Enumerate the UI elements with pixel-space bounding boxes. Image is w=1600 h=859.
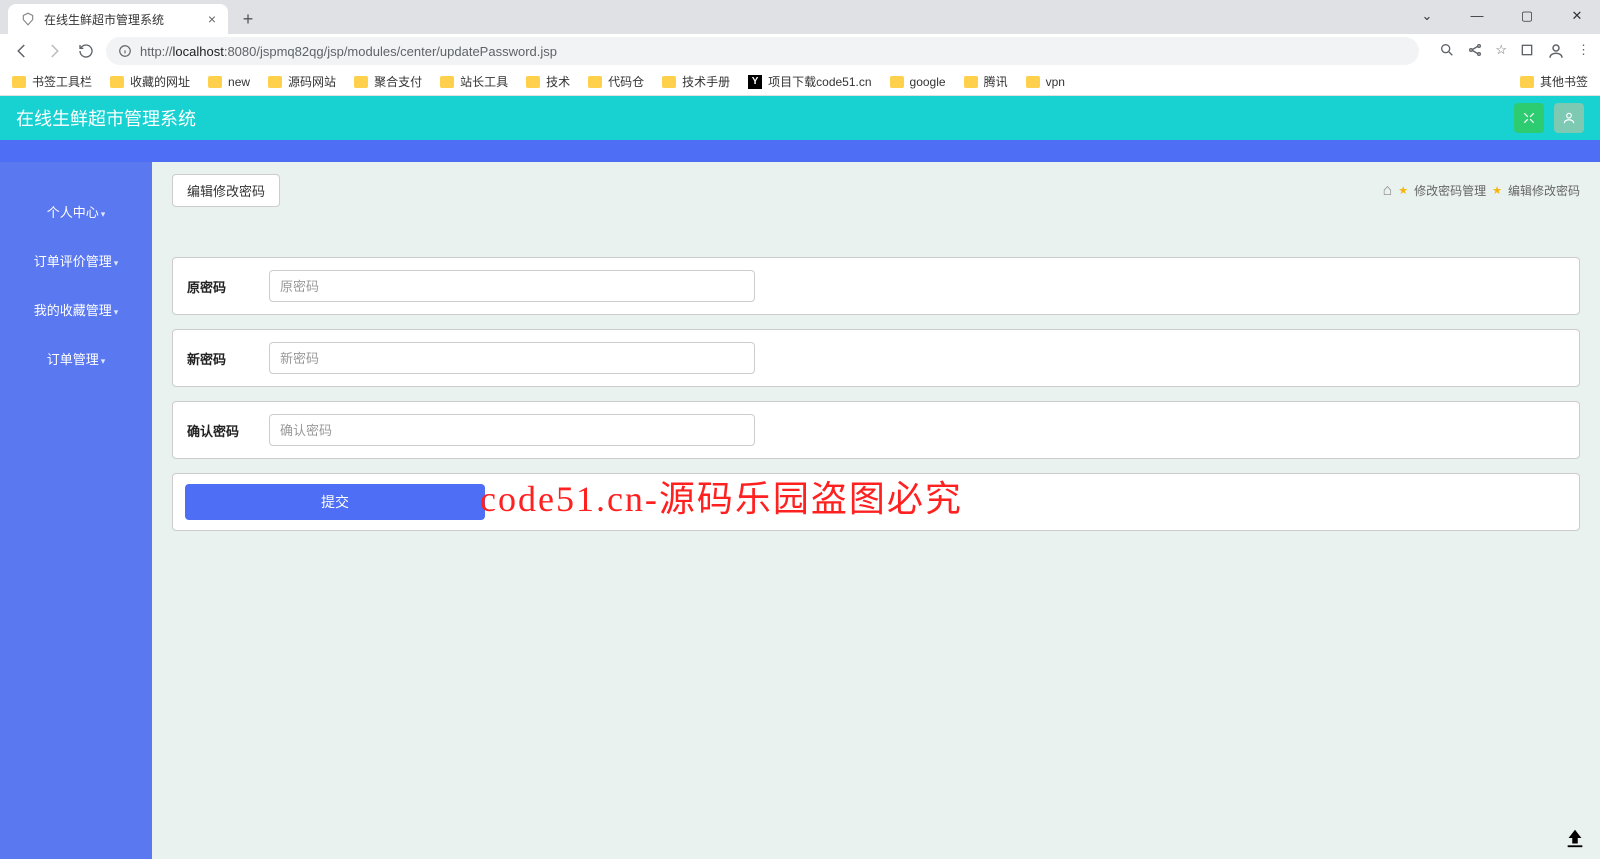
original-password-input[interactable] <box>269 270 755 302</box>
label-original-password: 原密码 <box>187 277 269 296</box>
url-text: http://localhost:8080/jspmq82qg/jsp/modu… <box>140 44 557 59</box>
address-actions: ☆ ⋮ <box>1439 42 1590 60</box>
chevron-down-icon: ▾ <box>114 307 119 317</box>
menu-icon[interactable]: ⋮ <box>1577 42 1590 60</box>
folder-icon <box>440 76 454 88</box>
chevron-down-icon: ▾ <box>101 356 106 366</box>
bookmark-item[interactable]: 收藏的网址 <box>110 73 190 90</box>
folder-icon <box>354 76 368 88</box>
bookmark-item[interactable]: 技术 <box>526 73 570 90</box>
chevron-down-icon: ▾ <box>101 209 106 219</box>
star-icon: ★ <box>1398 184 1408 197</box>
window-close[interactable]: ✕ <box>1562 8 1592 24</box>
star-icon[interactable]: ☆ <box>1495 42 1507 60</box>
extensions-icon[interactable] <box>1519 42 1535 60</box>
user-icon <box>1562 111 1576 125</box>
window-minimize[interactable]: — <box>1462 8 1492 24</box>
address-bar[interactable]: http://localhost:8080/jspmq82qg/jsp/modu… <box>106 37 1419 65</box>
bookmark-item[interactable]: google <box>890 75 946 89</box>
sidebar-item-favorites[interactable]: 我的收藏管理▾ <box>0 286 152 335</box>
folder-icon <box>890 76 904 88</box>
bookmark-item[interactable]: Y项目下载code51.cn <box>748 73 871 90</box>
content-header: 编辑修改密码 ⌂ ★ 修改密码管理 ★ 编辑修改密码 <box>172 174 1580 207</box>
folder-icon <box>964 76 978 88</box>
form-row-new: 新密码 <box>172 329 1580 387</box>
info-icon <box>118 44 132 58</box>
nav-reload-icon[interactable] <box>74 39 98 63</box>
bookmark-item[interactable]: 技术手册 <box>662 73 730 90</box>
nav-back-icon[interactable] <box>10 39 34 63</box>
other-bookmarks[interactable]: 其他书签 <box>1520 73 1588 90</box>
window-minimize-arrow-icon[interactable]: ⌄ <box>1412 8 1442 24</box>
tab-close-icon[interactable]: × <box>208 11 216 27</box>
app-title: 在线生鲜超市管理系统 <box>16 105 196 131</box>
tab-bar: 在线生鲜超市管理系统 × + <box>0 0 1600 34</box>
bookmark-item[interactable]: 聚合支付 <box>354 73 422 90</box>
breadcrumb: ⌂ ★ 修改密码管理 ★ 编辑修改密码 <box>1383 182 1580 200</box>
nav-forward-icon[interactable] <box>42 39 66 63</box>
chevron-down-icon: ▾ <box>114 258 119 268</box>
form-row-confirm: 确认密码 <box>172 401 1580 459</box>
breadcrumb-item[interactable]: 修改密码管理 <box>1414 182 1486 199</box>
zoom-icon[interactable] <box>1439 42 1455 60</box>
bookmark-item[interactable]: 书签工具栏 <box>12 73 92 90</box>
folder-icon <box>110 76 124 88</box>
form-row-original: 原密码 <box>172 257 1580 315</box>
share-icon[interactable] <box>1467 42 1483 60</box>
folder-icon <box>1026 76 1040 88</box>
folder-icon <box>12 76 26 88</box>
home-icon[interactable]: ⌂ <box>1383 182 1393 200</box>
blue-accent-bar <box>0 140 1600 162</box>
y-icon: Y <box>748 75 762 89</box>
browser-chrome: ⌄ — ▢ ✕ 在线生鲜超市管理系统 × + http://localhost:… <box>0 0 1600 96</box>
confirm-password-input[interactable] <box>269 414 755 446</box>
label-confirm-password: 确认密码 <box>187 421 269 440</box>
folder-icon <box>1520 76 1534 88</box>
browser-tab[interactable]: 在线生鲜超市管理系统 × <box>8 4 228 34</box>
sidebar: 个人中心▾ 订单评价管理▾ 我的收藏管理▾ 订单管理▾ <box>0 162 152 859</box>
expand-icon <box>1522 111 1536 125</box>
breadcrumb-item: 编辑修改密码 <box>1508 182 1580 199</box>
submit-button[interactable]: 提交 <box>185 484 485 520</box>
sidebar-item-personal[interactable]: 个人中心▾ <box>0 188 152 237</box>
window-maximize[interactable]: ▢ <box>1512 8 1542 24</box>
main-layout: 个人中心▾ 订单评价管理▾ 我的收藏管理▾ 订单管理▾ 编辑修改密码 ⌂ ★ 修… <box>0 162 1600 859</box>
content-area: 编辑修改密码 ⌂ ★ 修改密码管理 ★ 编辑修改密码 原密码 新密码 确认密码 … <box>152 162 1600 859</box>
window-controls: ⌄ — ▢ ✕ <box>1412 8 1592 24</box>
bookmarks-bar: 书签工具栏 收藏的网址 new 源码网站 聚合支付 站长工具 技术 代码仓 技术… <box>0 68 1600 96</box>
profile-icon[interactable] <box>1547 42 1565 60</box>
upload-icon[interactable] <box>1564 827 1586 849</box>
tab-favicon-icon <box>20 11 36 27</box>
fullscreen-button[interactable] <box>1514 103 1544 133</box>
submit-row: 提交 <box>172 473 1580 531</box>
new-tab-button[interactable]: + <box>234 5 262 33</box>
folder-icon <box>208 76 222 88</box>
bookmark-item[interactable]: 源码网站 <box>268 73 336 90</box>
bookmark-item[interactable]: 腾讯 <box>964 73 1008 90</box>
folder-icon <box>588 76 602 88</box>
page-title-button[interactable]: 编辑修改密码 <box>172 174 280 207</box>
sidebar-item-review[interactable]: 订单评价管理▾ <box>0 237 152 286</box>
label-new-password: 新密码 <box>187 349 269 368</box>
tab-title: 在线生鲜超市管理系统 <box>44 11 164 28</box>
bookmark-item[interactable]: vpn <box>1026 75 1065 89</box>
bookmark-item[interactable]: new <box>208 75 250 89</box>
bookmark-item[interactable]: 站长工具 <box>440 73 508 90</box>
folder-icon <box>662 76 676 88</box>
bookmark-item[interactable]: 代码仓 <box>588 73 644 90</box>
new-password-input[interactable] <box>269 342 755 374</box>
sidebar-item-orders[interactable]: 订单管理▾ <box>0 335 152 384</box>
app-header: 在线生鲜超市管理系统 <box>0 96 1600 140</box>
user-menu-button[interactable] <box>1554 103 1584 133</box>
star-icon: ★ <box>1492 184 1502 197</box>
folder-icon <box>526 76 540 88</box>
folder-icon <box>268 76 282 88</box>
address-row: http://localhost:8080/jspmq82qg/jsp/modu… <box>0 34 1600 68</box>
